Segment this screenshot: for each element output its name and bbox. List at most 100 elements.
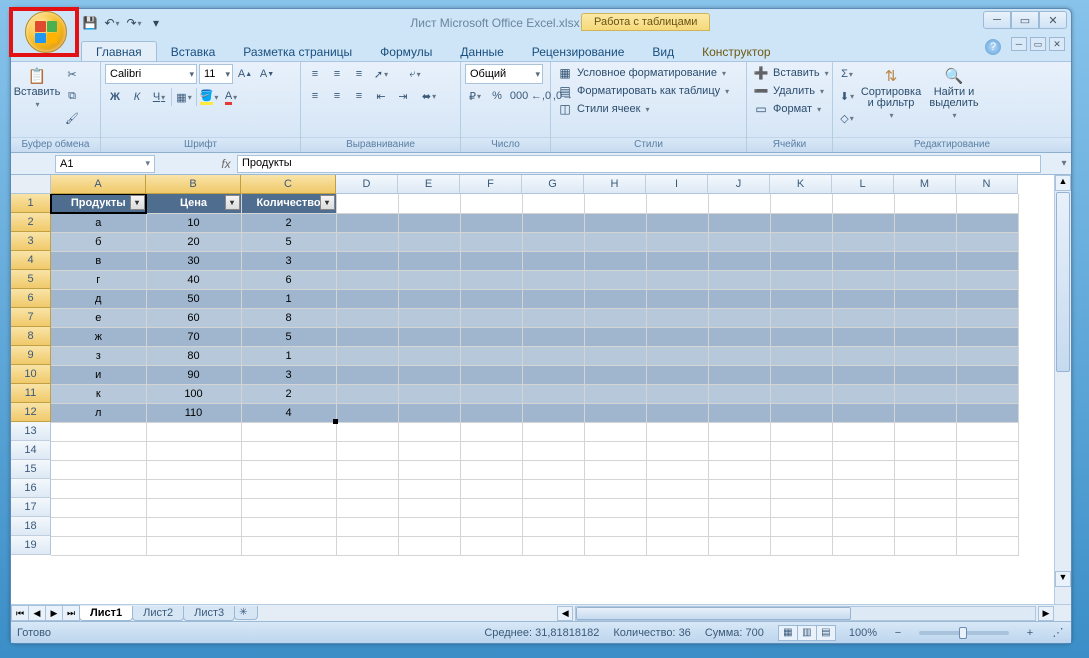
cell[interactable]: 80: [146, 346, 241, 365]
cell[interactable]: [832, 384, 894, 403]
view-page-layout-button[interactable]: ▥: [797, 625, 817, 641]
cell[interactable]: [146, 517, 241, 536]
cell[interactable]: [894, 422, 956, 441]
cell[interactable]: [522, 403, 584, 422]
cell[interactable]: [708, 251, 770, 270]
cell[interactable]: [646, 194, 708, 213]
cell[interactable]: [832, 479, 894, 498]
cell[interactable]: [956, 213, 1018, 232]
cell[interactable]: [770, 517, 832, 536]
doc-restore-button[interactable]: ▭: [1030, 37, 1046, 51]
cell[interactable]: [146, 441, 241, 460]
cell[interactable]: [522, 308, 584, 327]
cell[interactable]: [894, 441, 956, 460]
insert-cells-button[interactable]: ➕Вставить▾: [751, 64, 831, 82]
cell[interactable]: [832, 536, 894, 555]
cell[interactable]: [832, 232, 894, 251]
cell[interactable]: [584, 384, 646, 403]
filter-dropdown[interactable]: ▾: [225, 195, 240, 210]
row-header-15[interactable]: 15: [11, 460, 51, 479]
column-header-E[interactable]: E: [398, 175, 460, 194]
cell[interactable]: [398, 213, 460, 232]
align-right-button[interactable]: ≡: [349, 86, 369, 106]
cell[interactable]: [522, 384, 584, 403]
row-header-12[interactable]: 12: [11, 403, 51, 422]
row-header-5[interactable]: 5: [11, 270, 51, 289]
cell[interactable]: [336, 536, 398, 555]
cell[interactable]: [708, 460, 770, 479]
cell[interactable]: [770, 232, 832, 251]
align-top-button[interactable]: ≡: [305, 64, 325, 84]
cell[interactable]: [460, 422, 522, 441]
column-header-M[interactable]: M: [894, 175, 956, 194]
cell[interactable]: [398, 498, 460, 517]
cell[interactable]: 10: [146, 213, 241, 232]
view-page-break-button[interactable]: ▤: [816, 625, 836, 641]
tab-insert[interactable]: Вставка: [157, 42, 230, 61]
cell[interactable]: [336, 194, 398, 213]
column-header-N[interactable]: N: [956, 175, 1018, 194]
italic-button[interactable]: К: [127, 87, 147, 107]
column-header-G[interactable]: G: [522, 175, 584, 194]
cell[interactable]: [956, 460, 1018, 479]
fill-color-button[interactable]: 🪣: [199, 87, 219, 107]
row-header-2[interactable]: 2: [11, 213, 51, 232]
cell[interactable]: и: [51, 365, 146, 384]
formula-expand-button[interactable]: ▾: [1057, 158, 1071, 169]
cell[interactable]: [584, 498, 646, 517]
cell[interactable]: 50: [146, 289, 241, 308]
cell[interactable]: [832, 213, 894, 232]
cell[interactable]: [708, 384, 770, 403]
cell[interactable]: [398, 308, 460, 327]
cell[interactable]: [522, 498, 584, 517]
hscroll-left[interactable]: ◀: [557, 606, 573, 621]
column-header-D[interactable]: D: [336, 175, 398, 194]
cell[interactable]: [336, 289, 398, 308]
zoom-in-button[interactable]: +: [1023, 626, 1037, 640]
row-header-1[interactable]: 1: [11, 194, 51, 213]
cell[interactable]: [646, 460, 708, 479]
cell[interactable]: 6: [241, 270, 336, 289]
cell[interactable]: [894, 232, 956, 251]
cell[interactable]: 2: [241, 384, 336, 403]
cell[interactable]: [956, 270, 1018, 289]
cell[interactable]: [708, 517, 770, 536]
cell[interactable]: [894, 251, 956, 270]
cell[interactable]: [770, 327, 832, 346]
cell[interactable]: [894, 479, 956, 498]
cell[interactable]: [956, 403, 1018, 422]
cell[interactable]: [241, 479, 336, 498]
cell[interactable]: [460, 194, 522, 213]
qat-undo-icon[interactable]: ↶▾: [103, 14, 121, 32]
cell[interactable]: [51, 498, 146, 517]
row-header-3[interactable]: 3: [11, 232, 51, 251]
cell[interactable]: [460, 460, 522, 479]
cell[interactable]: 100: [146, 384, 241, 403]
cell[interactable]: [956, 232, 1018, 251]
row-header-10[interactable]: 10: [11, 365, 51, 384]
fx-button[interactable]: fx: [215, 157, 237, 171]
cell[interactable]: [522, 441, 584, 460]
cell[interactable]: [708, 346, 770, 365]
cell[interactable]: [770, 365, 832, 384]
cell[interactable]: [956, 365, 1018, 384]
cell[interactable]: [584, 232, 646, 251]
tab-design[interactable]: Конструктор: [688, 42, 784, 61]
cell[interactable]: [522, 194, 584, 213]
cell[interactable]: [584, 289, 646, 308]
cell[interactable]: [770, 346, 832, 365]
cell[interactable]: [832, 251, 894, 270]
cell[interactable]: [398, 365, 460, 384]
cell[interactable]: [646, 251, 708, 270]
cell[interactable]: [646, 289, 708, 308]
cell[interactable]: [956, 194, 1018, 213]
sheet-tab-2[interactable]: Лист2: [132, 606, 184, 621]
cell[interactable]: Цена▾: [146, 194, 241, 213]
font-family-combo[interactable]: Calibri: [105, 64, 197, 84]
column-header-K[interactable]: K: [770, 175, 832, 194]
cell[interactable]: [51, 479, 146, 498]
underline-button[interactable]: Ч▾: [149, 87, 169, 107]
formula-bar[interactable]: Продукты: [237, 155, 1041, 173]
cell[interactable]: [584, 460, 646, 479]
cell[interactable]: [894, 213, 956, 232]
